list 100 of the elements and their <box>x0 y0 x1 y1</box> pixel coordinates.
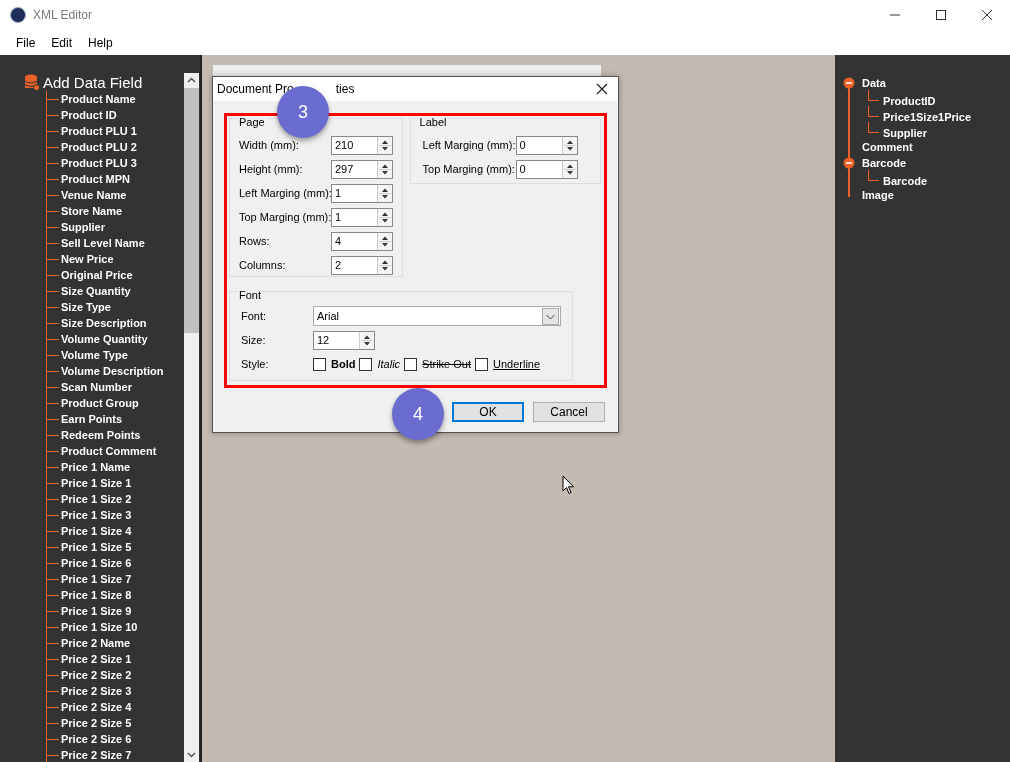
number-spinner[interactable]: 2 <box>331 255 393 275</box>
menu-item[interactable]: File <box>8 35 44 50</box>
data-field-item[interactable]: Price 2 Name <box>61 637 131 649</box>
data-field-item[interactable]: Price 2 Size 4 <box>61 701 132 713</box>
checkbox[interactable] <box>404 357 418 371</box>
data-field-item[interactable]: Price 2 Size 2 <box>61 669 132 681</box>
spin-arrows-icon[interactable] <box>561 160 577 178</box>
data-field-item[interactable]: Price 1 Size 5 <box>61 541 132 553</box>
number-spinner[interactable]: 1 <box>331 207 393 227</box>
menu-item[interactable]: Help <box>80 35 121 50</box>
data-field-item[interactable]: Earn Points <box>61 413 123 425</box>
data-field-item[interactable]: Product Name <box>61 93 136 105</box>
tree-item[interactable]: Comment <box>862 141 913 153</box>
data-field-item[interactable]: Product ID <box>61 109 117 121</box>
data-field-item[interactable]: Original Price <box>61 269 133 281</box>
checkbox-label: Italic <box>377 358 401 370</box>
data-field-item[interactable]: Price 2 Size 6 <box>61 733 132 745</box>
dropdown-icon[interactable] <box>542 307 559 325</box>
tree-item[interactable]: Data <box>862 77 886 89</box>
spin-arrows-icon[interactable] <box>377 232 392 250</box>
data-field-item[interactable]: Store Name <box>61 205 123 217</box>
data-field-item[interactable]: Size Description <box>61 317 147 329</box>
data-field-item[interactable]: Price 1 Size 7 <box>61 573 132 585</box>
data-field-item[interactable]: Supplier <box>61 221 105 233</box>
data-field-item[interactable]: Price 1 Size 10 <box>61 621 138 633</box>
field-label: Columns: <box>239 259 287 271</box>
tree-item[interactable]: Barcode <box>862 157 907 169</box>
field-label: Font: <box>241 310 268 322</box>
data-field-item[interactable]: Price 2 Size 1 <box>61 653 132 665</box>
data-field-item[interactable]: Sell Level Name <box>61 237 145 249</box>
spin-arrows-icon[interactable] <box>377 184 392 202</box>
data-field-item[interactable]: Price 1 Size 2 <box>61 493 132 505</box>
scroll-thumb[interactable] <box>184 88 199 333</box>
checkbox[interactable] <box>313 357 326 371</box>
collapse-icon[interactable] <box>843 157 855 169</box>
spin-arrows-icon[interactable] <box>377 136 392 154</box>
data-field-item[interactable]: Price 1 Size 3 <box>61 509 132 521</box>
spin-arrows-icon[interactable] <box>377 208 392 226</box>
field-label: Height (mm): <box>239 163 304 175</box>
sidebar-title: Add Data Field <box>43 73 143 91</box>
field-label: Width (mm): <box>239 139 300 151</box>
data-field-item[interactable]: Redeem Points <box>61 429 141 441</box>
maximize-icon[interactable] <box>936 10 946 20</box>
checkbox[interactable] <box>359 357 373 371</box>
data-field-item[interactable]: Price 1 Size 9 <box>61 605 132 617</box>
spin-arrows-icon[interactable] <box>377 160 392 178</box>
data-field-item[interactable]: Product MPN <box>61 173 131 185</box>
checkbox-label: Strike Out <box>422 358 471 370</box>
scrollbar[interactable] <box>184 73 199 762</box>
data-field-item[interactable]: Size Quantity <box>61 285 131 297</box>
data-field-item[interactable]: Price 1 Size 1 <box>61 477 132 489</box>
number-spinner[interactable]: 0 <box>515 159 578 179</box>
dialog-button[interactable]: OK <box>452 402 524 422</box>
number-spinner[interactable]: 210 <box>331 135 393 155</box>
number-spinner[interactable]: 297 <box>331 159 393 179</box>
spin-arrows-icon[interactable] <box>561 136 577 154</box>
window-title: XML Editor <box>33 8 92 22</box>
data-field-item[interactable]: Price 1 Name <box>61 461 131 473</box>
data-field-item[interactable]: Volume Quantity <box>61 333 148 345</box>
dialog-button[interactable]: Cancel <box>533 402 605 422</box>
data-field-item[interactable]: Price 2 Size 7 <box>61 749 132 761</box>
number-spinner[interactable]: 4 <box>331 231 393 251</box>
data-field-item[interactable]: Product PLU 2 <box>61 141 137 153</box>
app-icon <box>10 7 26 23</box>
data-field-item[interactable]: Price 1 Size 8 <box>61 589 132 601</box>
field-label: Size: <box>241 334 267 346</box>
data-field-item[interactable]: Product PLU 1 <box>61 125 137 137</box>
group-title: Font <box>237 289 263 301</box>
data-field-item[interactable]: Price 1 Size 6 <box>61 557 132 569</box>
font-dropdown[interactable]: Arial <box>313 306 561 326</box>
checkbox[interactable] <box>475 357 488 371</box>
tree-item[interactable]: ProductID <box>883 95 936 107</box>
number-spinner[interactable]: 12 <box>313 330 375 350</box>
number-spinner[interactable]: 0 <box>515 135 578 155</box>
data-field-item[interactable]: Product PLU 3 <box>61 157 137 169</box>
field-label: Left Marging (mm): <box>422 139 516 151</box>
data-field-item[interactable]: Volume Description <box>61 365 164 377</box>
spin-arrows-icon[interactable] <box>377 256 392 274</box>
tree-item[interactable]: Price1Size1Price <box>883 111 972 123</box>
data-field-item[interactable]: Scan Number <box>61 381 132 393</box>
data-field-item[interactable]: Product Comment <box>61 445 157 457</box>
collapse-icon[interactable] <box>843 77 855 89</box>
data-field-item[interactable]: Product Group <box>61 397 139 409</box>
data-field-item[interactable]: Price 2 Size 3 <box>61 685 132 697</box>
data-field-item[interactable]: Size Type <box>61 301 111 313</box>
data-field-item[interactable]: New Price <box>61 253 114 265</box>
data-field-item[interactable]: Venue Name <box>61 189 127 201</box>
spin-arrows-icon[interactable] <box>359 331 374 349</box>
group-title: Page <box>237 116 267 128</box>
data-field-item[interactable]: Volume Type <box>61 349 128 361</box>
data-field-item[interactable]: Price 1 Size 4 <box>61 525 132 537</box>
tree-item[interactable]: Supplier <box>883 127 927 139</box>
close-icon[interactable] <box>596 83 608 95</box>
tree-item[interactable]: Image <box>862 189 894 201</box>
number-spinner[interactable]: 1 <box>331 183 393 203</box>
menu-item[interactable]: Edit <box>43 35 81 50</box>
data-field-item[interactable]: Price 2 Size 5 <box>61 717 132 729</box>
checkbox-label: Underline <box>493 358 541 370</box>
close-icon[interactable] <box>982 10 992 20</box>
tree-item[interactable]: Barcode <box>883 175 928 187</box>
